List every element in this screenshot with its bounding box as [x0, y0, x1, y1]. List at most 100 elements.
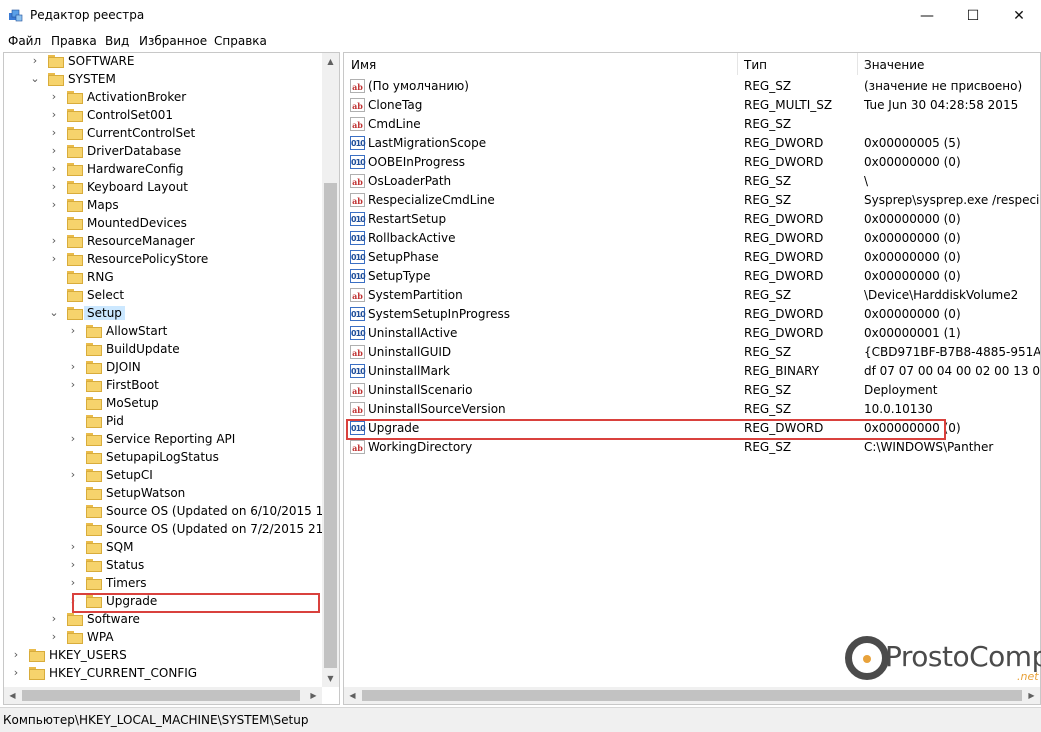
tree-node-rng[interactable]: RNG	[4, 269, 322, 287]
tree-node-setupapilogstatus[interactable]: SetupapiLogStatus	[4, 449, 322, 467]
value-row[interactable]: ab UninstallGUID REG_SZ {CBD971BF-B7B8-4885…	[344, 343, 1040, 362]
menu-file[interactable]: Файл	[8, 34, 41, 48]
tree-node-maps[interactable]: › Maps	[4, 197, 322, 215]
tree-node-firstboot[interactable]: › FirstBoot	[4, 377, 322, 395]
menu-edit[interactable]: Правка	[51, 34, 97, 48]
tree-node-keyboard-layout[interactable]: › Keyboard Layout	[4, 179, 322, 197]
expand-chevron-icon[interactable]: ›	[68, 559, 78, 571]
tree-node-hardwareconfig[interactable]: › HardwareConfig	[4, 161, 322, 179]
tree-node-timers[interactable]: › Timers	[4, 575, 322, 593]
list-horizontal-scroll-thumb[interactable]	[362, 690, 1022, 701]
tree-node-setupwatson[interactable]: SetupWatson	[4, 485, 322, 503]
value-row[interactable]: ab (По умолчанию) REG_SZ (значение не присв…	[344, 77, 1040, 96]
expand-chevron-icon[interactable]: ›	[30, 55, 40, 67]
value-row[interactable]: ab UninstallScenario REG_SZ Deployment	[344, 381, 1040, 400]
value-row[interactable]: 010 OOBEInProgress REG_DWORD 0x00000000 (0)	[344, 153, 1040, 172]
column-header-name[interactable]: Имя	[351, 58, 376, 72]
tree-vertical-scroll-thumb[interactable]	[324, 183, 337, 668]
expand-chevron-icon[interactable]: ›	[49, 163, 59, 175]
menu-help[interactable]: Справка	[214, 34, 267, 48]
value-row[interactable]: 010 UninstallMark REG_BINARY df 07 07 00 04…	[344, 362, 1040, 381]
tree-node-setupci[interactable]: › SetupCI	[4, 467, 322, 485]
tree-node-djoin[interactable]: › DJOIN	[4, 359, 322, 377]
tree-node-status[interactable]: › Status	[4, 557, 322, 575]
column-divider[interactable]	[857, 53, 858, 75]
value-row[interactable]: 010 RestartSetup REG_DWORD 0x00000000 (0)	[344, 210, 1040, 229]
maximize-button[interactable]: ☐	[950, 0, 996, 31]
value-row[interactable]: 010 SystemSetupInProgress REG_DWORD 0x00000…	[344, 305, 1040, 324]
value-row[interactable]: ab SystemPartition REG_SZ \Device\HarddiskV…	[344, 286, 1040, 305]
expand-chevron-icon[interactable]: ›	[49, 199, 59, 211]
expand-chevron-icon[interactable]: ›	[11, 667, 21, 679]
value-row[interactable]: 010 UninstallActive REG_DWORD 0x00000001 (1…	[344, 324, 1040, 343]
value-row[interactable]: ab UninstallSourceVersion REG_SZ 10.0.10130	[344, 400, 1040, 419]
value-row[interactable]: 010 RollbackActive REG_DWORD 0x00000000 (0)	[344, 229, 1040, 248]
value-row[interactable]: ab CloneTag REG_MULTI_SZ Tue Jun 30 04:28:5…	[344, 96, 1040, 115]
close-button[interactable]: ✕	[996, 0, 1041, 31]
menu-favorites[interactable]: Избранное	[139, 34, 207, 48]
tree-node-resourcepolicystore[interactable]: › ResourcePolicyStore	[4, 251, 322, 269]
tree-node-setup[interactable]: ⌄ Setup	[4, 305, 322, 323]
expand-chevron-icon[interactable]: ›	[49, 127, 59, 139]
scroll-right-arrow-icon[interactable]: ▶	[1023, 687, 1040, 704]
expand-chevron-icon[interactable]: ›	[49, 145, 59, 157]
expand-chevron-icon[interactable]: ›	[68, 325, 78, 337]
tree-node-software[interactable]: › SOFTWARE	[4, 53, 322, 71]
key-tree-pane[interactable]: › SOFTWARE ⌄ SYSTEM › ActivationBroker › Contro…	[3, 52, 340, 705]
minimize-button[interactable]: —	[904, 0, 950, 31]
tree-node-wpa[interactable]: › WPA	[4, 629, 322, 647]
column-divider[interactable]	[737, 53, 738, 75]
value-row[interactable]: 010 LastMigrationScope REG_DWORD 0x00000005…	[344, 134, 1040, 153]
scroll-right-arrow-icon[interactable]: ▶	[305, 687, 322, 704]
tree-node-service-reporting-api[interactable]: › Service Reporting API	[4, 431, 322, 449]
value-row[interactable]: 010 SetupType REG_DWORD 0x00000000 (0)	[344, 267, 1040, 286]
expand-chevron-icon[interactable]: ›	[49, 109, 59, 121]
tree-node-driverdatabase[interactable]: › DriverDatabase	[4, 143, 322, 161]
scroll-left-arrow-icon[interactable]: ◀	[4, 687, 21, 704]
tree-node-sqm[interactable]: › SQM	[4, 539, 322, 557]
expand-chevron-icon[interactable]: ›	[49, 631, 59, 643]
column-header-value[interactable]: Значение	[864, 58, 924, 72]
tree-horizontal-scrollbar[interactable]: ◀ ▶	[4, 687, 322, 704]
expand-chevron-icon[interactable]: ›	[49, 91, 59, 103]
tree-node-hkey-current-config[interactable]: › HKEY_CURRENT_CONFIG	[4, 665, 322, 683]
column-header-type[interactable]: Тип	[744, 58, 767, 72]
tree-node-hkey-users[interactable]: › HKEY_USERS	[4, 647, 322, 665]
tree-node-buildupdate[interactable]: BuildUpdate	[4, 341, 322, 359]
tree-node-controlset001[interactable]: › ControlSet001	[4, 107, 322, 125]
tree-node-select[interactable]: Select	[4, 287, 322, 305]
collapse-chevron-icon[interactable]: ⌄	[30, 73, 40, 85]
expand-chevron-icon[interactable]: ›	[11, 649, 21, 661]
tree-node-system[interactable]: ⌄ SYSTEM	[4, 71, 322, 89]
expand-chevron-icon[interactable]: ›	[49, 253, 59, 265]
value-row[interactable]: ab OsLoaderPath REG_SZ \	[344, 172, 1040, 191]
tree-node-resourcemanager[interactable]: › ResourceManager	[4, 233, 322, 251]
expand-chevron-icon[interactable]: ›	[68, 379, 78, 391]
value-row[interactable]: ab WorkingDirectory REG_SZ C:\WINDOWS\Panth…	[344, 438, 1040, 457]
expand-chevron-icon[interactable]: ›	[68, 433, 78, 445]
expand-chevron-icon[interactable]: ›	[49, 613, 59, 625]
value-row[interactable]: ab RespecializeCmdLine REG_SZ Sysprep\syspr…	[344, 191, 1040, 210]
menu-view[interactable]: Вид	[105, 34, 129, 48]
tree-node-mounteddevices[interactable]: MountedDevices	[4, 215, 322, 233]
expand-chevron-icon[interactable]: ›	[68, 469, 78, 481]
value-row[interactable]: ab CmdLine REG_SZ	[344, 115, 1040, 134]
value-list-pane[interactable]: Имя Тип Значение ab (По умолчанию) REG_SZ(…	[343, 52, 1041, 705]
tree-node-source-os-updated-on-7-2-2015-21-2[interactable]: Source OS (Updated on 7/2/2015 21:2(	[4, 521, 339, 539]
expand-chevron-icon[interactable]: ›	[49, 181, 59, 193]
expand-chevron-icon[interactable]: ›	[68, 541, 78, 553]
scroll-down-arrow-icon[interactable]: ▼	[322, 670, 339, 687]
tree-node-mosetup[interactable]: MoSetup	[4, 395, 322, 413]
expand-chevron-icon[interactable]: ›	[68, 361, 78, 373]
tree-vertical-scrollbar[interactable]: ▲ ▼	[322, 53, 339, 687]
scroll-left-arrow-icon[interactable]: ◀	[344, 687, 361, 704]
expand-chevron-icon[interactable]: ›	[49, 235, 59, 247]
tree-node-activationbroker[interactable]: › ActivationBroker	[4, 89, 322, 107]
value-row[interactable]: 010 SetupPhase REG_DWORD 0x00000000 (0)	[344, 248, 1040, 267]
list-horizontal-scrollbar[interactable]: ◀ ▶	[344, 687, 1040, 704]
tree-horizontal-scroll-thumb[interactable]	[22, 690, 300, 701]
tree-node-pid[interactable]: Pid	[4, 413, 322, 431]
tree-node-software[interactable]: › Software	[4, 611, 322, 629]
collapse-chevron-icon[interactable]: ⌄	[49, 307, 59, 319]
tree-node-currentcontrolset[interactable]: › CurrentControlSet	[4, 125, 322, 143]
